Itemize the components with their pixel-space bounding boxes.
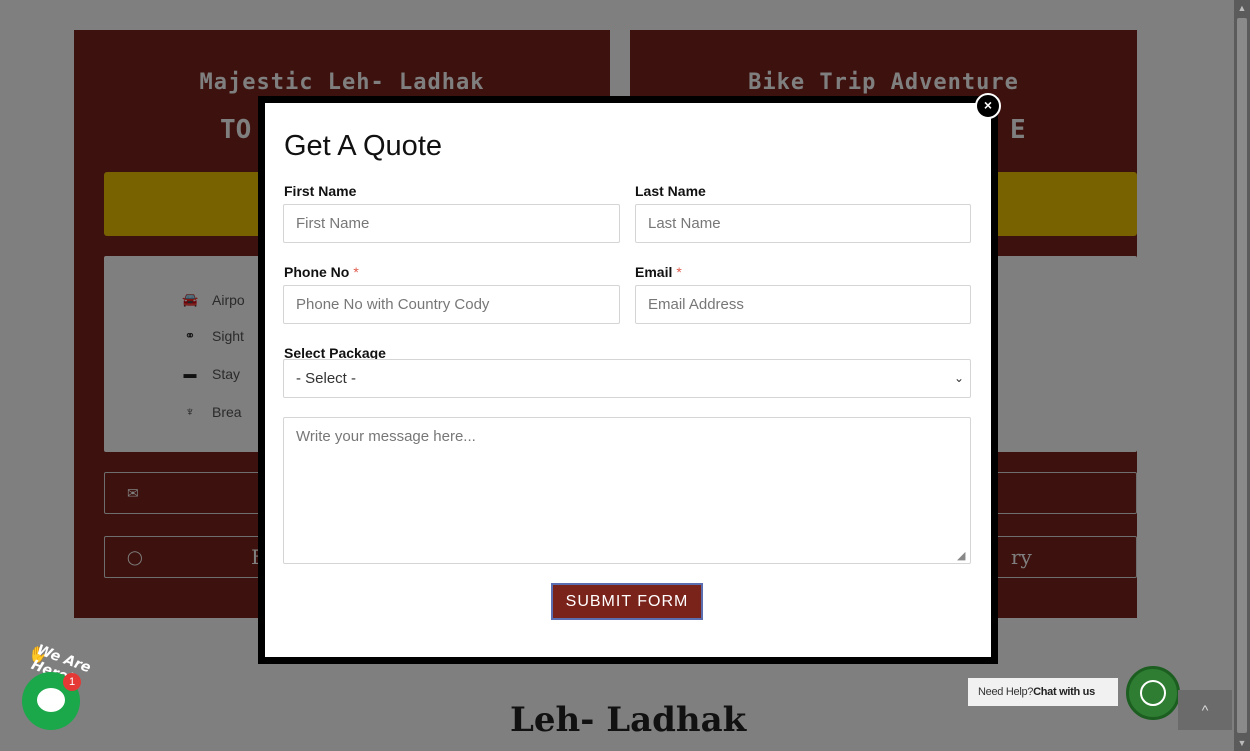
email-label: Email *	[635, 264, 682, 280]
scroll-up-arrow-icon[interactable]: ▲	[1234, 0, 1250, 16]
scroll-down-arrow-icon[interactable]: ▼	[1234, 735, 1250, 751]
phone-input[interactable]	[283, 285, 620, 324]
resize-grip-icon[interactable]: ◢	[957, 550, 969, 562]
last-name-input[interactable]	[635, 204, 971, 243]
phone-label: Phone No *	[284, 264, 359, 280]
chat-bubble-icon	[37, 688, 65, 712]
get-quote-modal: Get A Quote First Name Last Name Phone N…	[258, 96, 998, 664]
whatsapp-icon	[1140, 680, 1166, 706]
required-mark: *	[676, 264, 682, 280]
message-textarea[interactable]	[283, 417, 971, 564]
need-help-label[interactable]: Need Help?Chat with us	[968, 678, 1118, 706]
package-select[interactable]: - Select - ⌄	[283, 359, 971, 398]
email-input[interactable]	[635, 285, 971, 324]
first-name-input[interactable]	[283, 204, 620, 243]
chevron-down-icon: ⌄	[953, 371, 964, 385]
scroll-thumb[interactable]	[1237, 18, 1247, 733]
modal-title: Get A Quote	[284, 130, 442, 162]
required-mark: *	[353, 264, 359, 280]
whatsapp-chat-button[interactable]	[1126, 666, 1180, 720]
close-icon[interactable]: ×	[975, 93, 1001, 119]
submit-form-button[interactable]: SUBMIT FORM	[551, 583, 703, 620]
page-scrollbar[interactable]: ▲ ▼	[1234, 0, 1250, 751]
back-to-top-button[interactable]: ^	[1178, 690, 1232, 730]
last-name-label: Last Name	[635, 183, 706, 199]
chat-notification-badge: 1	[63, 673, 81, 691]
first-name-label: First Name	[284, 183, 357, 199]
